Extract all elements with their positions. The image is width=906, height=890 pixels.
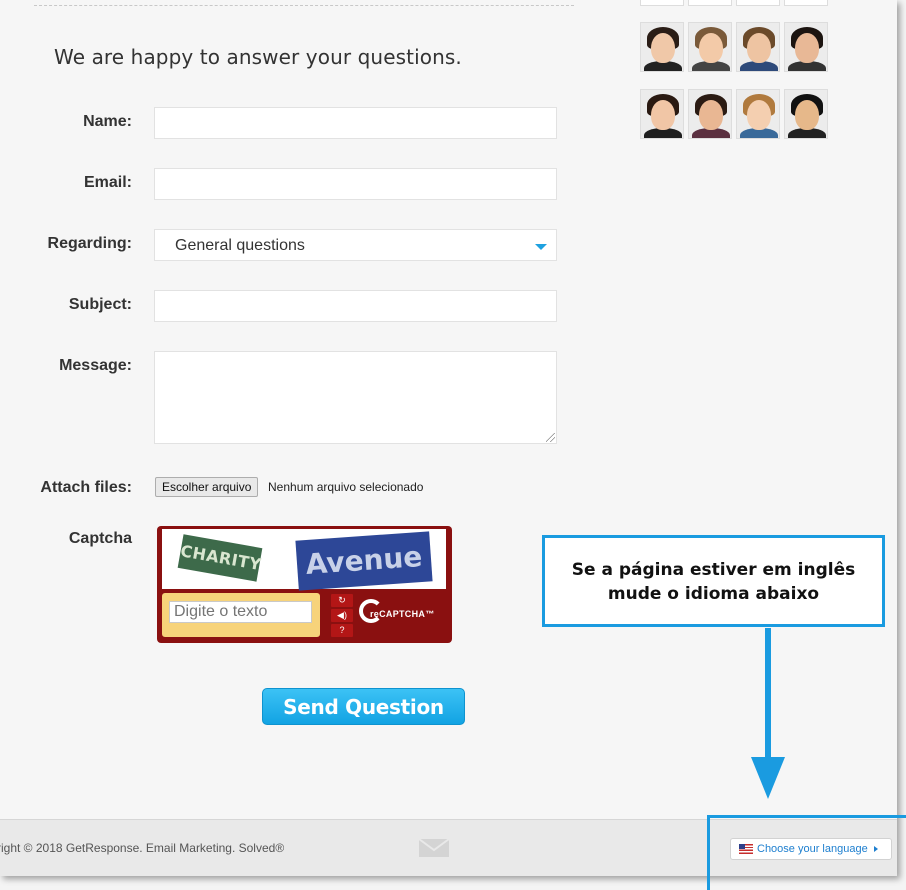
captcha-label: Captcha xyxy=(68,530,132,547)
captcha-input[interactable] xyxy=(169,601,312,623)
choose-file-button[interactable]: Escolher arquivo xyxy=(155,477,259,497)
team-avatar xyxy=(688,0,732,6)
team-avatar xyxy=(640,0,684,6)
attach-files-label: Attach files: xyxy=(40,479,132,496)
recaptcha-logo: reCAPTCHA™ xyxy=(357,596,447,634)
callout-line-1: Se a página estiver em inglês xyxy=(571,560,856,580)
regarding-select[interactable]: General questions xyxy=(154,229,557,261)
copyright-text: yright © 2018 GetResponse. Email Marketi… xyxy=(0,841,285,855)
form-heading: We are happy to answer your questions. xyxy=(54,45,462,69)
email-input[interactable] xyxy=(154,168,557,200)
captcha-word-1: CHARITY xyxy=(177,534,263,582)
team-avatar xyxy=(736,22,780,72)
message-textarea[interactable] xyxy=(154,351,557,444)
subject-label: Subject: xyxy=(68,296,132,313)
team-avatar xyxy=(688,89,732,139)
email-label: Email: xyxy=(83,174,132,191)
chevron-down-icon xyxy=(535,244,547,250)
instruction-callout: Se a página estiver em inglês mude o idi… xyxy=(542,535,885,627)
audio-icon[interactable]: ◀) xyxy=(331,609,353,622)
envelope-icon xyxy=(418,838,450,857)
send-question-button[interactable]: Send Question xyxy=(262,688,465,725)
subject-input[interactable] xyxy=(154,290,557,322)
callout-arrow-shaft xyxy=(765,628,771,758)
team-avatar xyxy=(784,89,828,139)
section-divider xyxy=(34,5,574,6)
regarding-selected-value: General questions xyxy=(175,237,305,254)
team-avatar xyxy=(784,0,828,6)
resize-grip-icon[interactable] xyxy=(546,433,555,442)
refresh-icon[interactable]: ↻ xyxy=(331,594,353,607)
team-avatar xyxy=(688,22,732,72)
captcha-input-area xyxy=(162,593,320,637)
captcha-image: CHARITY Avenue xyxy=(162,529,446,591)
captcha-widget: CHARITY Avenue ↻ ◀) ? reCAPTCHA™ xyxy=(157,526,452,643)
file-status-text: Nenhum arquivo selecionado xyxy=(268,480,424,494)
help-icon[interactable]: ? xyxy=(331,624,353,637)
name-input[interactable] xyxy=(154,107,557,139)
arrow-down-icon xyxy=(751,757,785,799)
team-avatar xyxy=(736,89,780,139)
language-highlight-box xyxy=(707,815,906,890)
callout-line-2: mude o idioma abaixo xyxy=(607,584,820,604)
name-label: Name: xyxy=(83,113,132,130)
team-avatar xyxy=(736,0,780,6)
team-avatar xyxy=(784,22,828,72)
regarding-label: Regarding: xyxy=(47,235,132,252)
team-avatar xyxy=(640,89,684,139)
captcha-word-2: Avenue xyxy=(295,531,433,591)
message-label: Message: xyxy=(59,357,132,374)
recaptcha-brand: reCAPTCHA™ xyxy=(370,609,435,619)
team-avatar xyxy=(640,22,684,72)
